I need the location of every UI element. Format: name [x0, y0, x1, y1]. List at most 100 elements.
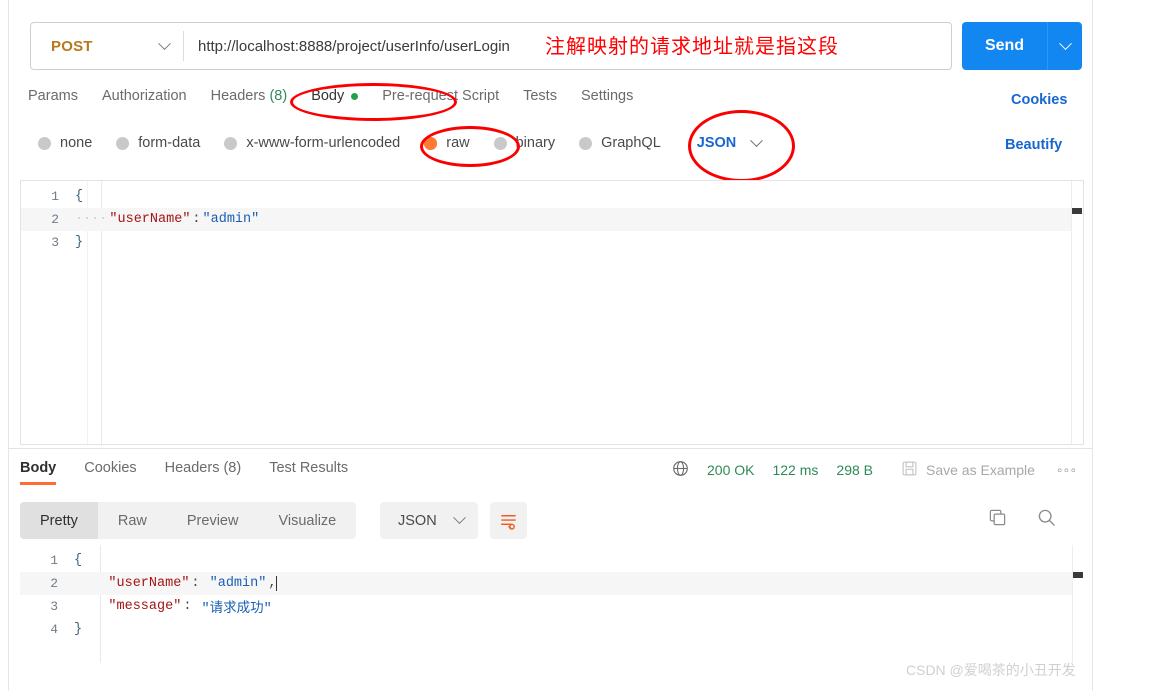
- tab-headers[interactable]: Headers (8): [211, 88, 305, 104]
- request-body-editor[interactable]: 1 { 2 ···· "userName" : "admin" 3 }: [20, 180, 1084, 446]
- more-options-icon[interactable]: ◦◦◦: [1057, 462, 1077, 479]
- tab-tests[interactable]: Tests: [523, 88, 574, 104]
- line-number: 3: [51, 235, 59, 250]
- scrollbar-thumb[interactable]: [1072, 208, 1082, 214]
- brace-glyph: {: [73, 553, 83, 568]
- save-icon[interactable]: [901, 460, 918, 480]
- brace-glyph: }: [74, 235, 84, 250]
- chevron-down-icon: [158, 36, 171, 50]
- cookies-link[interactable]: Cookies: [1011, 92, 1067, 108]
- format-visualize-button[interactable]: Visualize: [258, 502, 356, 539]
- radio-label: form-data: [138, 135, 201, 151]
- http-method-selector[interactable]: POST: [31, 23, 183, 69]
- radio-icon: [38, 136, 51, 150]
- response-tab-cookies[interactable]: Cookies: [84, 460, 136, 485]
- response-body-editor[interactable]: 1 { 2 "userName" : "admin" , 3 "message"…: [20, 545, 1084, 663]
- format-preview-button[interactable]: Preview: [167, 502, 259, 539]
- radio-graphql[interactable]: GraphQL: [579, 135, 661, 151]
- chevron-down-icon: [452, 511, 466, 525]
- request-editor-scrollbar[interactable]: [1071, 181, 1083, 444]
- tab-body[interactable]: Body: [311, 88, 375, 104]
- response-editor-scrollbar[interactable]: [1072, 545, 1084, 663]
- button-label: Preview: [186, 512, 239, 529]
- send-button-label: Send: [984, 37, 1025, 54]
- radio-none[interactable]: none: [38, 135, 92, 151]
- json-colon: :: [192, 212, 201, 227]
- response-tab-bar: Body Cookies Headers (8) Test Results: [20, 460, 376, 485]
- radio-label: raw: [446, 135, 470, 151]
- response-format-type-dropdown[interactable]: JSON: [380, 502, 478, 539]
- http-method-label: POST: [51, 37, 93, 55]
- response-section-divider: [8, 448, 1093, 449]
- status-code: 200 OK: [707, 462, 755, 478]
- radio-raw[interactable]: raw: [424, 135, 470, 151]
- response-size: 298 B: [836, 462, 873, 478]
- radio-selected-icon: [424, 136, 438, 150]
- tab-label: Cookies: [84, 460, 137, 476]
- indent-guide-dots: ····: [75, 212, 108, 227]
- tab-label: Settings: [580, 88, 634, 104]
- format-type-label: JSON: [398, 512, 437, 529]
- format-raw-button[interactable]: Raw: [98, 502, 167, 539]
- json-colon: :: [191, 576, 208, 591]
- tab-params[interactable]: Params: [28, 88, 95, 104]
- window-right-border: [1092, 0, 1093, 691]
- code-line: 2 ···· "userName" : "admin": [21, 208, 1083, 231]
- wrap-text-icon: [501, 515, 516, 530]
- button-label: Raw: [117, 512, 147, 529]
- raw-format-dropdown[interactable]: JSON: [696, 133, 764, 151]
- tab-settings[interactable]: Settings: [581, 88, 650, 104]
- tab-label: Headers (8): [164, 460, 242, 476]
- radio-form-data[interactable]: form-data: [116, 135, 200, 151]
- chevron-down-icon: [750, 133, 764, 147]
- line-number: 2: [50, 576, 58, 591]
- radio-icon: [116, 136, 130, 150]
- format-pretty-button[interactable]: Pretty: [20, 502, 98, 539]
- send-button[interactable]: Send: [962, 22, 1082, 70]
- tab-pre-request-script[interactable]: Pre-request Script: [382, 88, 516, 104]
- brace-glyph: {: [74, 189, 84, 204]
- json-key: "userName": [109, 212, 191, 227]
- json-key: "userName": [108, 576, 190, 591]
- response-format-button-group: Pretty Raw Preview Visualize: [20, 502, 357, 539]
- tab-label: Tests: [523, 88, 557, 104]
- line-number: 3: [50, 599, 58, 614]
- line-number: 1: [50, 553, 58, 568]
- button-label: Visualize: [278, 512, 337, 529]
- code-line: 4 }: [20, 618, 1084, 641]
- save-as-example-button[interactable]: Save as Example: [926, 462, 1035, 478]
- radio-label: GraphQL: [601, 135, 661, 151]
- radio-icon: [224, 136, 238, 150]
- json-value: "admin": [209, 576, 267, 591]
- headers-count-badge: (8): [269, 88, 288, 104]
- body-type-radio-group: none form-data x-www-form-urlencoded raw…: [38, 133, 764, 151]
- copy-icon[interactable]: [988, 508, 1007, 530]
- body-modified-dot-icon: [351, 92, 359, 100]
- tab-label: Test Results: [269, 460, 349, 476]
- scrollbar-thumb[interactable]: [1073, 572, 1083, 578]
- response-action-icons: [988, 508, 1056, 530]
- tab-authorization[interactable]: Authorization: [102, 88, 204, 104]
- json-key: "message": [108, 599, 182, 614]
- response-tab-body[interactable]: Body: [20, 460, 57, 485]
- code-line: 3 }: [21, 231, 1083, 254]
- code-line: 1 {: [20, 549, 1084, 572]
- json-value: "admin": [202, 212, 260, 227]
- line-number: 4: [50, 622, 58, 637]
- request-tab-bar: Params Authorization Headers (8) Body Pr…: [28, 88, 657, 104]
- wrap-lines-button[interactable]: [490, 502, 527, 539]
- raw-format-label: JSON: [696, 135, 737, 151]
- send-options-dropdown[interactable]: [1048, 36, 1082, 51]
- beautify-link[interactable]: Beautify: [1005, 137, 1062, 153]
- radio-binary[interactable]: binary: [493, 135, 555, 151]
- response-tab-headers[interactable]: Headers (8): [165, 460, 242, 485]
- radio-icon: [579, 136, 593, 150]
- response-tab-test-results[interactable]: Test Results: [269, 460, 348, 485]
- radio-x-www-form-urlencoded[interactable]: x-www-form-urlencoded: [224, 135, 400, 151]
- search-icon[interactable]: [1037, 508, 1056, 530]
- globe-icon: [672, 460, 689, 480]
- tab-label: Params: [28, 88, 78, 104]
- url-annotation-text: 注解映射的请求地址就是指这段: [545, 34, 839, 58]
- code-line: 1 {: [21, 185, 1083, 208]
